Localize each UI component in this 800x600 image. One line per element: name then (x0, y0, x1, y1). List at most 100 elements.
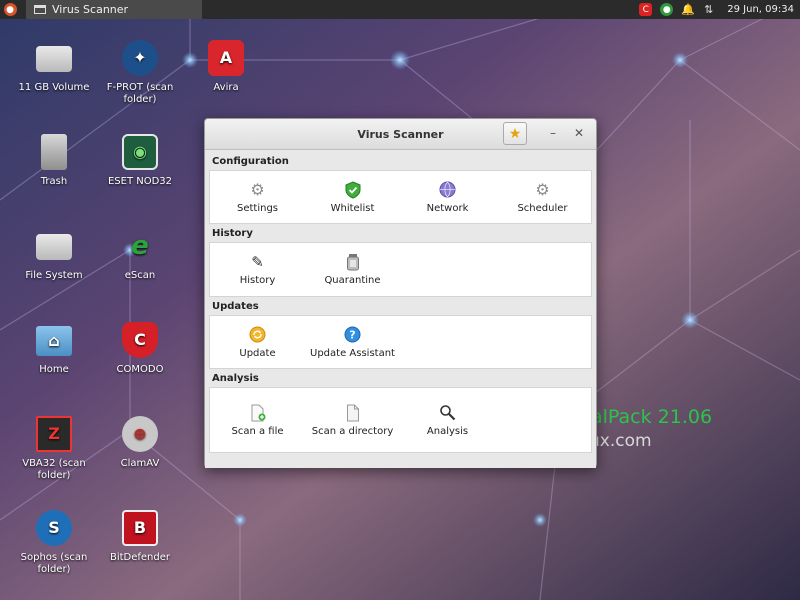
section-analysis: Scan a file Scan a directory Analysis (209, 387, 592, 453)
desktop-icon-vba32[interactable]: Z VBA32 (scan folder) (8, 416, 100, 482)
section-header-history: History (212, 228, 253, 239)
update-button[interactable]: Update (210, 326, 305, 359)
gear-icon: ⚙ (250, 180, 265, 199)
desktop-icon-escan[interactable]: e eScan (94, 228, 186, 282)
window-title: Virus Scanner (357, 127, 444, 141)
desktop-icon-sophos[interactable]: S Sophos (scan folder) (8, 510, 100, 576)
section-header-analysis: Analysis (212, 373, 259, 384)
scan-directory-button[interactable]: Scan a directory (305, 404, 400, 437)
section-history: ✎ History Quarantine (209, 242, 592, 297)
update-assistant-button[interactable]: ? Update Assistant (305, 326, 400, 359)
network-arrows-icon[interactable]: ⇅ (702, 3, 715, 16)
tool-label: History (239, 275, 276, 286)
section-header-updates: Updates (212, 301, 259, 312)
desktop-icon-eset[interactable]: ◉ ESET NOD32 (94, 134, 186, 188)
eset-icon: ◉ (122, 134, 158, 170)
tool-label: Scheduler (517, 202, 568, 214)
section-header-configuration: Configuration (212, 156, 289, 167)
pencil-icon: ✎ (251, 253, 264, 271)
desktop-icon-label: VBA32 (scan folder) (22, 458, 86, 481)
tool-label: Scan a directory (311, 425, 394, 437)
tool-label: Analysis (426, 425, 469, 437)
desktop-icon-label: F-PROT (scan folder) (106, 82, 174, 105)
globe-icon (439, 181, 457, 199)
document-icon (344, 404, 362, 422)
trash-icon (41, 134, 67, 170)
whitelist-button[interactable]: Whitelist (305, 180, 400, 214)
taskbar-item-label: Virus Scanner (52, 3, 129, 16)
file-add-icon (249, 404, 267, 422)
drive-icon (36, 234, 72, 260)
magnifier-icon (439, 404, 457, 422)
drive-icon (36, 46, 72, 72)
desktop-icon-avira[interactable]: A Avira (180, 40, 272, 94)
scheduler-button[interactable]: ⚙ Scheduler (495, 180, 590, 214)
desktop-icon-label: COMODO (116, 364, 164, 375)
desktop-icon-label: File System (25, 270, 83, 281)
tool-label: Scan a file (231, 425, 284, 437)
system-tray: C ● 🔔 ⇅ 29 Jun, 09:34 (639, 3, 800, 16)
desktop-icon-label: ESET NOD32 (107, 176, 173, 187)
network-button[interactable]: Network (400, 181, 495, 214)
minimize-button[interactable]: – (545, 125, 561, 141)
escan-icon: e (131, 231, 149, 261)
tool-label: Network (426, 202, 469, 214)
desktop-icon-label: BitDefender (109, 552, 171, 563)
taskbar-item-virus-scanner[interactable]: Virus Scanner (26, 0, 202, 19)
gear-icon: ⚙ (535, 180, 550, 199)
desktop-icon-label: Home (39, 364, 69, 375)
bell-icon[interactable]: 🔔 (681, 3, 695, 16)
comodo-tray-icon[interactable]: C (639, 3, 653, 16)
desktop-icon-bitdefender[interactable]: B BitDefender (94, 510, 186, 564)
clamav-icon: ⊕ (122, 416, 158, 452)
tool-label: Settings (236, 202, 278, 214)
desktop-icon-label: 11 GB Volume (18, 82, 90, 93)
vba32-icon: Z (36, 416, 72, 452)
clock[interactable]: 29 Jun, 09:34 (727, 4, 794, 15)
close-icon: ✕ (573, 126, 585, 140)
section-updates: Update ? Update Assistant (209, 315, 592, 369)
window-icon (34, 5, 46, 14)
desktop-icon-label: Avira (213, 82, 239, 93)
settings-button[interactable]: ⚙ Settings (210, 180, 305, 214)
sophos-icon: S (36, 510, 72, 546)
avira-icon: A (208, 40, 244, 76)
virus-scanner-window: Virus Scanner ★ – ✕ Configuration ⚙ Sett… (204, 118, 597, 468)
help-icon: ? (344, 326, 362, 344)
desktop-icon-label: Trash (40, 176, 68, 187)
desktop-icon-label: ClamAV (120, 458, 160, 469)
desktop-icon-fprot[interactable]: ✦ F-PROT (scan folder) (94, 40, 186, 106)
desktop-icon-comodo[interactable]: C COMODO (94, 322, 186, 376)
favorite-button[interactable]: ★ (503, 122, 527, 145)
desktop-icon-clamav[interactable]: ⊕ ClamAV (94, 416, 186, 470)
quarantine-button[interactable]: Quarantine (305, 253, 400, 286)
desktop-icon-label: eScan (124, 270, 156, 281)
refresh-icon (249, 326, 267, 344)
menu-logo-icon: ● (3, 3, 17, 16)
desktop-icon-file-system[interactable]: File System (8, 228, 100, 282)
app-menu-button[interactable]: ● (0, 0, 20, 19)
scan-file-button[interactable]: Scan a file (210, 404, 305, 437)
tool-label: Update (239, 347, 276, 359)
green-tray-icon[interactable]: ● (660, 3, 674, 16)
window-titlebar[interactable]: Virus Scanner ★ – ✕ (205, 119, 596, 150)
shield-check-icon (344, 180, 362, 199)
bitdefender-icon: B (122, 510, 158, 546)
tool-label: Whitelist (330, 202, 375, 214)
desktop-icon-home[interactable]: ⌂ Home (8, 322, 100, 376)
tool-label: Quarantine (324, 275, 381, 286)
comodo-icon: C (122, 322, 158, 358)
section-configuration: ⚙ Settings Whitelist Network ⚙ Scheduler (209, 170, 592, 224)
analysis-button[interactable]: Analysis (400, 404, 495, 437)
desktop-icon-11gb-volume[interactable]: 11 GB Volume (8, 40, 100, 94)
svg-text:?: ? (349, 329, 355, 342)
top-panel: ● Virus Scanner C ● 🔔 ⇅ 29 Jun, 09:34 (0, 0, 800, 19)
star-icon: ★ (508, 125, 522, 142)
close-button[interactable]: ✕ (571, 125, 587, 141)
desktop-icon-trash[interactable]: Trash (8, 134, 100, 188)
tool-label: Update Assistant (310, 347, 395, 359)
history-button[interactable]: ✎ History (210, 253, 305, 286)
home-folder-icon: ⌂ (36, 326, 72, 356)
minimize-icon: – (550, 126, 556, 140)
jar-icon (344, 253, 362, 271)
